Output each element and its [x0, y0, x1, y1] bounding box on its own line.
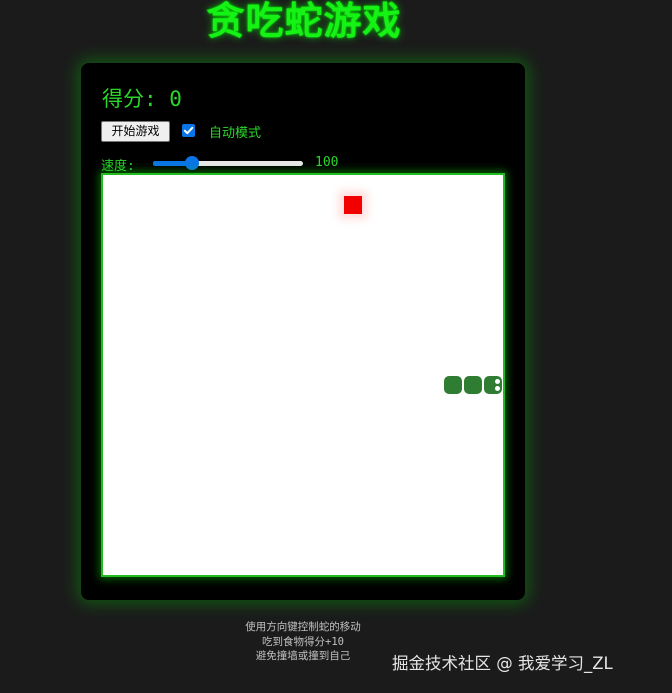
score-value: 0 — [169, 87, 182, 111]
food-icon — [344, 196, 362, 214]
speed-slider[interactable] — [153, 155, 303, 171]
snake-head-icon — [484, 376, 502, 394]
speed-label: 速度: — [101, 159, 135, 174]
watermark-text: 掘金技术社区 @ 我爱学习_ZL — [392, 654, 613, 673]
instruction-line: 吃到食物得分+10 — [262, 635, 344, 648]
speed-value: 100 — [315, 155, 339, 170]
speed-slider-thumb[interactable] — [184, 156, 199, 170]
instruction-line: 避免撞墙或撞到自己 — [255, 650, 351, 662]
snake-eye — [495, 386, 500, 391]
instructions: 使用方向键控制蛇的移动 吃到食物得分+10 避免撞墙或撞到自己 — [203, 620, 403, 664]
snake-segment — [444, 376, 462, 394]
score-label: 得分: — [102, 87, 170, 111]
game-panel: 得分: 0 开始游戏 自动模式 速度: 100 — [81, 63, 525, 600]
game-board[interactable] — [101, 173, 505, 577]
auto-mode-label[interactable]: 自动模式 — [209, 122, 261, 141]
checkmark-icon — [183, 126, 194, 135]
score-display: 得分: 0 — [102, 83, 182, 113]
instruction-line: 使用方向键控制蛇的移动 — [245, 621, 361, 633]
auto-mode-checkbox[interactable] — [182, 124, 195, 137]
snake-eye — [495, 379, 500, 384]
start-game-button[interactable]: 开始游戏 — [101, 121, 170, 142]
snake-segment — [464, 376, 482, 394]
page-title: 贪吃蛇游戏 — [206, 0, 402, 43]
